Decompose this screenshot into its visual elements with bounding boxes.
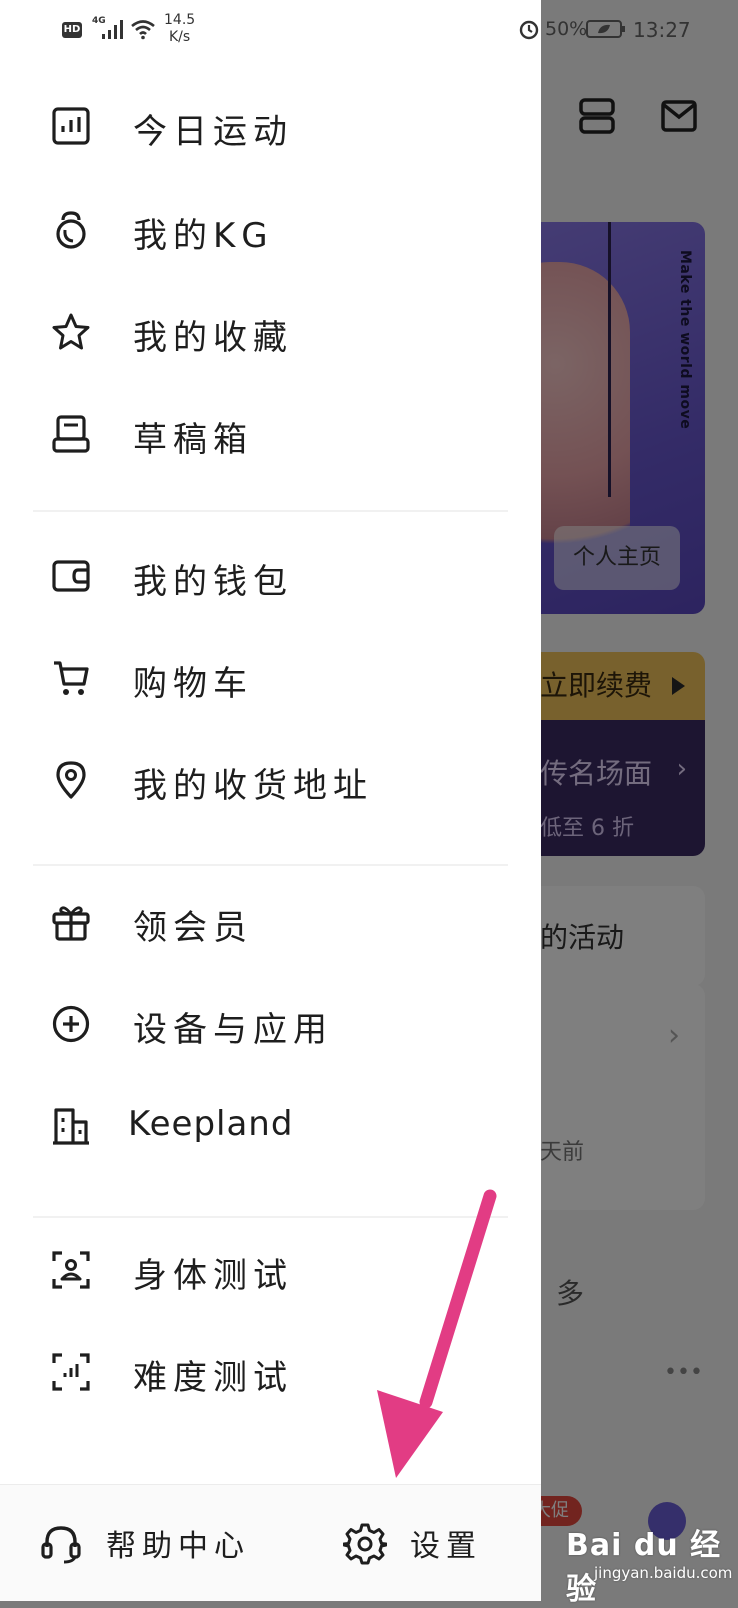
watermark-url: jingyan.baidu.com [594,1564,733,1582]
baidu-watermark: Bai du 经验 jingyan.baidu.com [566,1520,738,1607]
pointer-arrow-icon [377,1189,497,1478]
